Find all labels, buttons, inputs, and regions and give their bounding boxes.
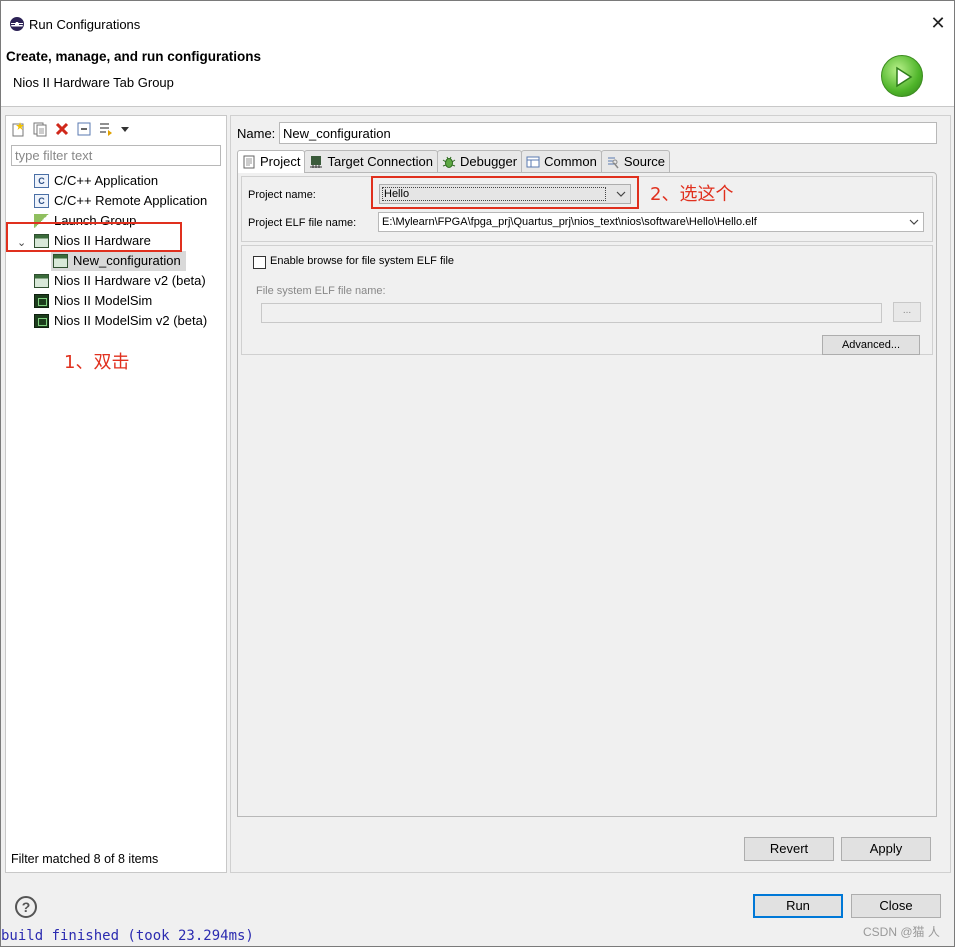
dropdown-menu-icon[interactable] [120,121,138,139]
tab-debugger[interactable]: Debugger [436,150,523,172]
elf-file-label: Project ELF file name: [248,217,357,229]
collapse-all-icon[interactable] [76,121,94,139]
elf-file-combo[interactable]: E:\Mylearn\FPGA\fpga_prj\Quartus_prj\nio… [378,212,924,232]
header-title: Create, manage, and run configurations [6,49,262,64]
new-config-icon[interactable] [10,121,28,139]
run-play-icon [881,55,923,97]
annotation-box-step1 [6,222,182,252]
configuration-editor-pane: Name: Project Target Connection Debugger [230,115,951,873]
tab-source[interactable]: Source [600,150,671,172]
tree-toolbar [10,119,138,141]
nios-config-icon [53,254,68,268]
project-tab-content: Project name: Hello Project ELF file nam… [237,172,937,817]
enable-browse-checkbox[interactable] [253,256,266,269]
close-button[interactable]: Close [851,894,941,918]
common-icon [526,155,540,169]
watermark: CSDN @猫 人 [863,925,940,939]
configuration-name-input[interactable] [279,122,937,144]
c-remote-icon: C [34,194,49,208]
debugger-bug-icon [442,155,456,169]
tab-label: Common [544,153,597,169]
tree-item-label: New_configuration [73,253,181,268]
modelsim-icon [34,314,49,328]
name-label: Name: [237,126,276,141]
fs-elf-label: File system ELF file name: [256,285,386,297]
run-configurations-dialog: Run Configurations ✕ Create, manage, and… [0,0,955,947]
apply-button[interactable]: Apply [841,837,931,861]
revert-button[interactable]: Revert [744,837,834,861]
project-name-label: Project name: [248,189,316,201]
advanced-button[interactable]: Advanced... [822,335,920,355]
duplicate-config-icon[interactable] [32,121,50,139]
tree-item-label: Nios II ModelSim v2 (beta) [54,313,208,328]
enable-browse-label: Enable browse for file system ELF file [270,255,455,267]
fs-elf-input [261,303,882,323]
tree-item-label: Nios II Hardware v2 (beta) [54,273,206,288]
filter-config-icon[interactable] [98,121,116,139]
window-title: Run Configurations [29,17,141,32]
source-icon [606,155,620,169]
filesystem-elf-group: Enable browse for file system ELF file F… [241,245,933,355]
nios-hardware-icon [34,274,49,288]
annotation-step2: 2、选这个 [650,184,734,205]
tab-target-connection[interactable]: Target Connection [304,150,438,172]
dialog-header: Create, manage, and run configurations N… [1,39,954,107]
help-icon[interactable]: ? [15,896,37,918]
elf-file-value: E:\Mylearn\FPGA\fpga_prj\Quartus_prj\nio… [382,216,757,228]
tab-project[interactable]: Project [237,150,306,173]
console-output-text: build finished (took 23.294ms) [1,928,254,944]
tree-item-label: Nios II ModelSim [54,293,153,308]
c-app-icon: C [34,174,49,188]
modelsim-icon [34,294,49,308]
close-window-icon[interactable]: ✕ [927,11,949,35]
filter-status: Filter matched 8 of 8 items [11,852,159,866]
tree-item-label: C/C++ Application [54,173,159,188]
header-subtitle: Nios II Hardware Tab Group [13,75,174,90]
delete-config-icon[interactable] [54,121,72,139]
eclipse-icon [10,17,24,31]
tab-common[interactable]: Common [521,150,602,172]
tab-bar: Project Target Connection Debugger Commo… [237,150,671,173]
project-icon [242,155,256,169]
target-connection-icon [309,155,323,169]
filter-input[interactable] [11,145,221,166]
tree-item-label: C/C++ Remote Application [54,193,208,208]
chevron-down-icon [909,214,919,237]
tab-label: Source [623,153,666,169]
run-button[interactable]: Run [753,894,843,918]
tab-label: Project [260,154,301,169]
tab-label: Target Connection [327,153,433,169]
annotation-box-step2 [371,176,639,209]
annotation-step1: 1、双击 [64,352,130,373]
browse-button: ... [893,302,921,322]
tab-label: Debugger [459,153,518,169]
